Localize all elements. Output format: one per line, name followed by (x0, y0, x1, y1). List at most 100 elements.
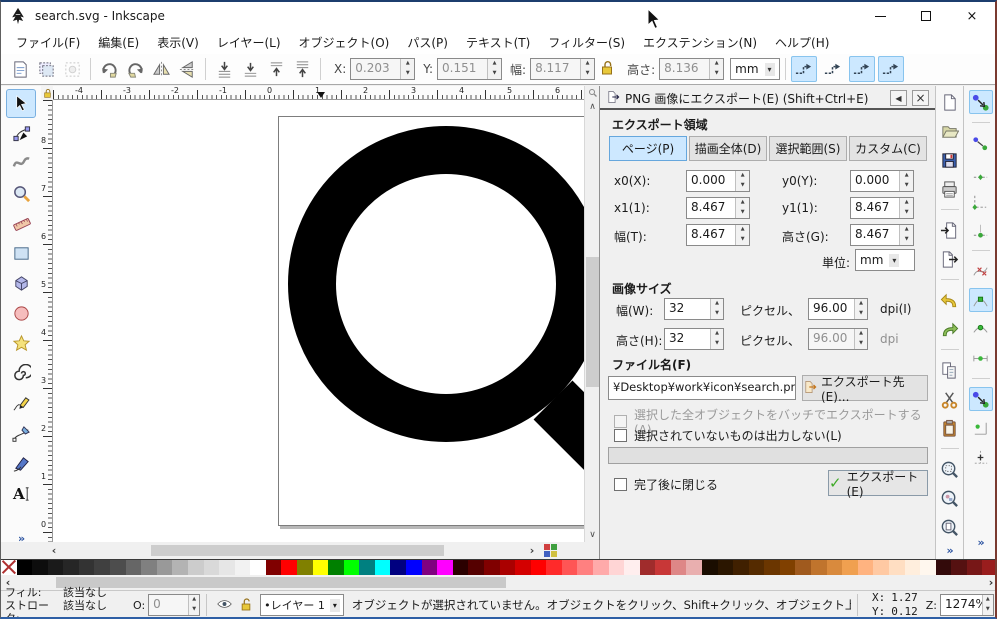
spin-down-icon[interactable]: ▼ (855, 339, 867, 349)
export-button[interactable]: ✓ エクスポート(E) (828, 470, 928, 496)
snap-midpoint-button[interactable] (969, 346, 993, 370)
print-document-button[interactable] (938, 177, 962, 201)
palette-swatch-50[interactable] (780, 560, 796, 575)
palette-swatch-41[interactable] (640, 560, 656, 575)
spinner-arrows[interactable]: ▲▼ (899, 225, 913, 245)
x0-spinner[interactable]: 0.000▲▼ (686, 170, 750, 192)
spiral-tool[interactable] (6, 359, 36, 388)
region-button-2[interactable]: 選択範囲(S) (769, 136, 847, 161)
guide-lock-toggle[interactable] (41, 86, 53, 100)
palette-swatch-49[interactable] (764, 560, 780, 575)
palette-swatch-46[interactable] (718, 560, 734, 575)
menu-item-9[interactable]: ヘルプ(H) (766, 31, 838, 54)
paste-button[interactable] (938, 416, 962, 440)
star-tool[interactable] (6, 329, 36, 358)
spin-up-icon[interactable]: ▲ (711, 299, 723, 309)
lock-ratio-icon[interactable] (600, 60, 614, 79)
spin-up-icon[interactable]: ▲ (710, 59, 723, 69)
palette-swatch-19[interactable] (297, 560, 313, 575)
palette-swatch-3[interactable] (48, 560, 64, 575)
spin-up-icon[interactable]: ▲ (855, 299, 867, 309)
menu-item-2[interactable]: 表示(V) (148, 31, 208, 54)
spin-down-icon[interactable]: ▼ (711, 309, 723, 319)
spin-up-icon[interactable]: ▲ (736, 225, 749, 235)
horizontal-scrollbar[interactable]: ‹ › (1, 542, 599, 559)
palette-swatch-61[interactable] (951, 560, 967, 575)
zoom-control[interactable]: Z: 1274%▲▼ (926, 594, 994, 616)
spin-down-icon[interactable]: ▼ (736, 181, 749, 191)
tweak-tool[interactable] (6, 149, 36, 178)
x-spinner[interactable]: 0.203▲▼ (350, 58, 415, 80)
vertical-scrollbar[interactable]: ∧ ∨ (584, 86, 599, 542)
spin-up-icon[interactable]: ▲ (900, 225, 913, 235)
palette-swatch-44[interactable] (686, 560, 702, 575)
layer-selector[interactable]: •レイヤー 1▾ (260, 594, 344, 616)
node-tool[interactable] (6, 119, 36, 148)
vertical-ruler[interactable]: 876543210 (41, 100, 53, 542)
spinner-arrows[interactable]: ▲▼ (580, 59, 594, 79)
palette-swatch-28[interactable] (437, 560, 453, 575)
palette-swatch-57[interactable] (889, 560, 905, 575)
palette-swatch-31[interactable] (484, 560, 500, 575)
palette-swatch-58[interactable] (905, 560, 921, 575)
snap-path-button[interactable] (969, 259, 993, 283)
region-button-3[interactable]: カスタム(C) (849, 136, 927, 161)
open-document-button[interactable] (938, 119, 962, 143)
menu-item-0[interactable]: ファイル(F) (7, 31, 89, 54)
snap-object-center-button[interactable] (969, 416, 993, 440)
spin-down-icon[interactable]: ▼ (855, 309, 867, 319)
spin-down-icon[interactable]: ▼ (189, 605, 199, 615)
spin-up-icon[interactable]: ▲ (736, 198, 749, 208)
layer-lock-icon[interactable] (240, 597, 252, 614)
spin-up-icon[interactable]: ▲ (855, 329, 867, 339)
export-unit-dropdown[interactable]: mm▾ (855, 249, 915, 271)
palette-swatch-4[interactable] (63, 560, 79, 575)
menu-item-3[interactable]: レイヤー(L) (208, 31, 290, 54)
dock-dialog-button[interactable]: ◀ (890, 90, 907, 106)
palette-swatch-47[interactable] (733, 560, 749, 575)
palette-swatch-34[interactable] (531, 560, 547, 575)
snap-bbox-button[interactable] (969, 131, 993, 155)
palette-swatch-38[interactable] (593, 560, 609, 575)
snap-overflow-button[interactable]: » (977, 536, 983, 549)
undo-button[interactable] (938, 288, 962, 312)
spinner-arrows[interactable]: ▲▼ (487, 59, 501, 79)
scroll-up-arrow[interactable]: ∧ (585, 100, 600, 114)
copy-button[interactable] (938, 358, 962, 382)
palette-swatch-59[interactable] (920, 560, 936, 575)
palette-swatch-62[interactable] (967, 560, 983, 575)
select-all-button[interactable] (7, 56, 33, 82)
select-tool[interactable] (6, 89, 36, 118)
palette-swatch-53[interactable] (827, 560, 843, 575)
scale-corners-toggle[interactable] (820, 56, 846, 82)
text-tool[interactable]: A (6, 479, 36, 508)
palette-swatch-0[interactable] (1, 560, 17, 575)
palette-swatch-54[interactable] (842, 560, 858, 575)
snap-bbox-edge-button[interactable] (969, 160, 993, 184)
palette-swatch-55[interactable] (858, 560, 874, 575)
zoom-drawing-button[interactable] (938, 486, 962, 510)
spin-down-icon[interactable]: ▼ (710, 69, 723, 79)
snap-master-button[interactable] (969, 90, 993, 114)
palette-swatch-37[interactable] (577, 560, 593, 575)
palette-swatch-36[interactable] (562, 560, 578, 575)
layer-visibility-icon[interactable] (217, 598, 232, 613)
spinner-arrows[interactable]: ▲▼ (735, 225, 749, 245)
spinner-arrows[interactable]: ▲▼ (188, 595, 199, 615)
palette-swatch-16[interactable] (250, 560, 266, 575)
rotate-ccw-button[interactable] (96, 56, 122, 82)
spinner-arrows[interactable]: ▲▼ (710, 299, 723, 319)
palette-swatch-24[interactable] (375, 560, 391, 575)
snap-smooth-node-button[interactable] (969, 317, 993, 341)
horizontal-scroll-thumb[interactable] (151, 545, 444, 556)
spin-up-icon[interactable]: ▲ (900, 198, 913, 208)
palette-swatch-14[interactable] (219, 560, 235, 575)
maximize-button[interactable] (903, 2, 949, 30)
pen-tool[interactable] (6, 419, 36, 448)
palette-swatch-52[interactable] (811, 560, 827, 575)
spin-down-icon[interactable]: ▼ (983, 605, 993, 615)
raise-to-top-button[interactable] (289, 56, 315, 82)
minimize-button[interactable] (857, 2, 903, 30)
palette-swatch-39[interactable] (609, 560, 625, 575)
region-button-1[interactable]: 描画全体(D) (689, 136, 767, 161)
